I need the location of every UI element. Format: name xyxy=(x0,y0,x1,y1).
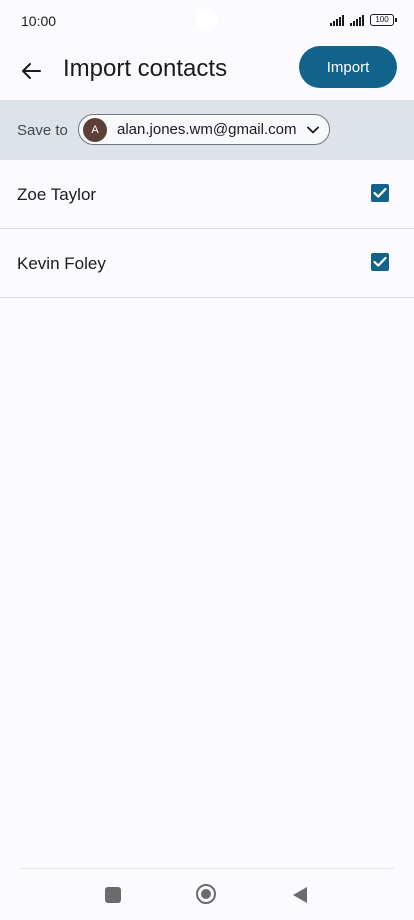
list-item[interactable]: Kevin Foley xyxy=(0,229,414,298)
chevron-down-icon xyxy=(307,126,319,134)
contact-list: Zoe Taylor Kevin Foley xyxy=(0,160,414,298)
import-button[interactable]: Import xyxy=(299,46,397,88)
front-camera xyxy=(196,9,218,31)
save-to-bar: Save to A alan.jones.wm@gmail.com xyxy=(0,100,414,160)
avatar: A xyxy=(83,117,107,142)
check-icon xyxy=(373,256,387,267)
contact-checkbox[interactable] xyxy=(371,253,389,271)
battery-icon: 100 xyxy=(370,14,397,26)
check-icon xyxy=(373,187,387,198)
arrow-back-icon xyxy=(22,63,41,79)
contact-name: Kevin Foley xyxy=(17,254,106,273)
page-title: Import contacts xyxy=(63,55,228,82)
contact-checkbox[interactable] xyxy=(371,184,389,202)
account-email: alan.jones.wm@gmail.com xyxy=(117,121,297,138)
account-selector[interactable]: A alan.jones.wm@gmail.com xyxy=(78,114,330,145)
back-button[interactable] xyxy=(14,54,48,88)
divider xyxy=(20,868,394,869)
recents-square-icon[interactable] xyxy=(105,887,121,903)
signal-icon xyxy=(330,14,344,26)
contact-name: Zoe Taylor xyxy=(17,185,97,204)
back-triangle-icon[interactable] xyxy=(292,886,308,904)
status-icons: 100 xyxy=(330,14,397,26)
status-time: 10:00 xyxy=(21,13,57,29)
app-bar: Import contacts Import xyxy=(0,44,414,100)
status-bar: 10:00 100 xyxy=(0,0,414,44)
navigation-bar xyxy=(0,868,414,920)
home-circle-icon[interactable] xyxy=(196,884,216,904)
list-item[interactable]: Zoe Taylor xyxy=(0,160,414,229)
save-to-label: Save to xyxy=(17,122,68,139)
signal-icon xyxy=(350,14,364,26)
